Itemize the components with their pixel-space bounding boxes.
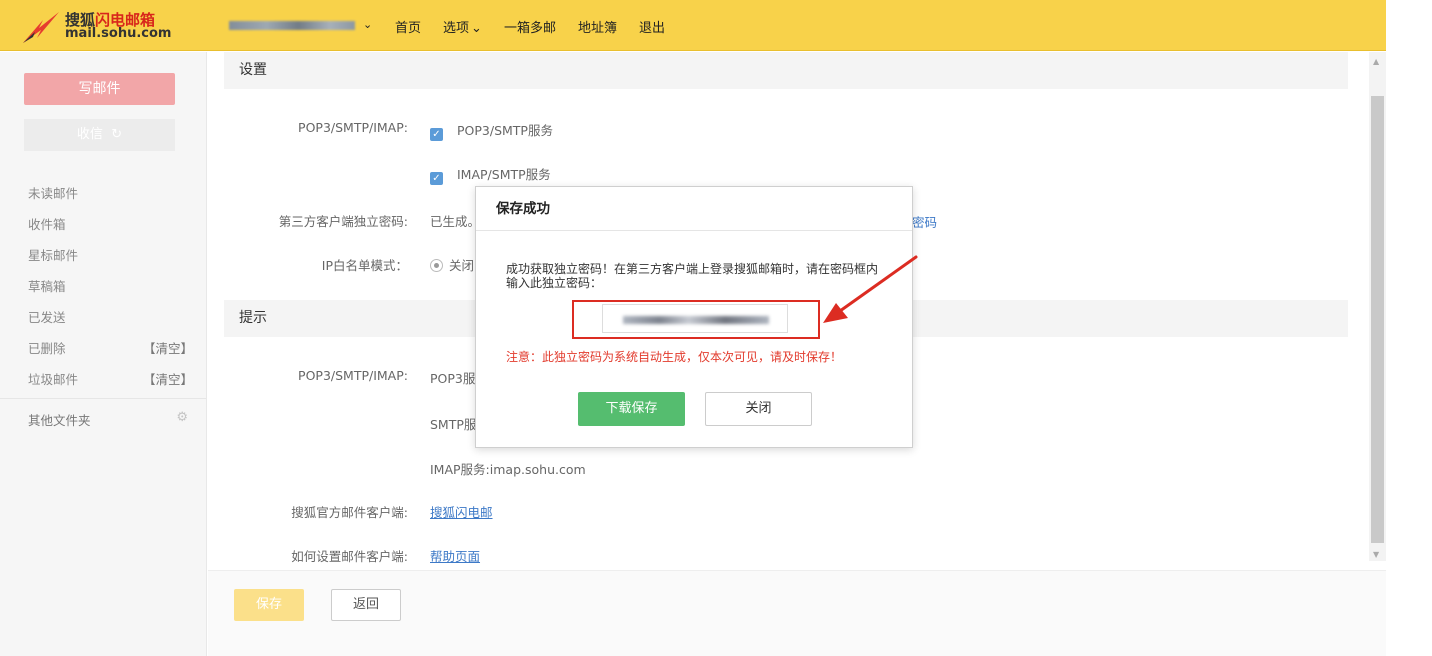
nav-home[interactable]: 首页: [395, 17, 421, 36]
folder-unread[interactable]: 未读邮件: [28, 178, 193, 209]
password-link-fragment[interactable]: 密码: [912, 212, 937, 231]
folder-deleted[interactable]: 已删除 【清空】: [28, 333, 193, 364]
client-password-status: 已生成。: [430, 214, 481, 229]
scrollbar[interactable]: ▲ ▼: [1369, 52, 1386, 561]
smtp-server: SMTP服: [430, 417, 477, 432]
sidebar: 写邮件 收信 ↻ 未读邮件 收件箱 星标邮件 草稿箱 已发送 已删除 【清空】 垃…: [0, 52, 207, 656]
clear-deleted-link[interactable]: 【清空】: [143, 333, 193, 364]
folder-spam[interactable]: 垃圾邮件 【清空】: [28, 364, 193, 395]
brand-url: mail.sohu.com: [65, 26, 172, 41]
top-bar: 搜狐闪电邮箱 mail.sohu.com ⌄ 首页 选项 ⌄ 一箱多邮 地址簿 退…: [0, 0, 1386, 51]
nav-options[interactable]: 选项 ⌄: [443, 17, 482, 36]
scrollbar-thumb[interactable]: [1371, 96, 1384, 543]
receive-button[interactable]: 收信 ↻: [24, 119, 175, 151]
save-success-dialog: 保存成功 成功获取独立密码！在第三方客户端上登录搜狐邮箱时，请在密码框内输入此独…: [475, 186, 913, 448]
lightning-logo-icon: [23, 12, 59, 43]
dialog-title: 保存成功: [476, 187, 912, 231]
back-button[interactable]: 返回: [331, 589, 401, 621]
imap-server: IMAP服务:imap.sohu.com: [430, 462, 586, 477]
compose-button[interactable]: 写邮件: [24, 73, 175, 105]
nav-address-book[interactable]: 地址簿: [578, 17, 617, 36]
checkbox-checked-icon[interactable]: ✓: [430, 172, 443, 185]
pop3-server: POP3服: [430, 371, 476, 386]
password-highlight-box: [572, 300, 820, 339]
pop3-option[interactable]: ✓ POP3/SMTP服务: [430, 120, 553, 141]
gear-icon[interactable]: ⚙: [176, 410, 188, 429]
footer-bar: 保存 返回: [208, 570, 1386, 656]
official-client-label: 搜狐官方邮件客户端:: [291, 505, 408, 520]
howto-label: 如何设置邮件客户端:: [291, 549, 408, 564]
folder-inbox[interactable]: 收件箱: [28, 209, 193, 240]
ip-whitelist-option[interactable]: 关闭: [430, 255, 474, 274]
sidebar-divider: [0, 398, 206, 399]
chevron-down-icon: ⌄: [363, 18, 373, 31]
clear-spam-link[interactable]: 【清空】: [143, 364, 193, 395]
pop3-label: POP3/SMTP/IMAP:: [298, 120, 408, 135]
folder-drafts[interactable]: 草稿箱: [28, 271, 193, 302]
server-label: POP3/SMTP/IMAP:: [298, 368, 408, 383]
blurred-account-name: [229, 21, 355, 30]
top-nav: 首页 选项 ⌄ 一箱多邮 地址簿 退出: [395, 17, 687, 36]
save-button[interactable]: 保存: [234, 589, 304, 621]
ip-whitelist-label: IP白名单模式：: [321, 258, 408, 273]
client-password-label: 第三方客户端独立密码:: [278, 214, 408, 229]
settings-section-title: 设置: [224, 52, 1348, 89]
scroll-down-icon[interactable]: ▼: [1373, 550, 1379, 559]
other-folders[interactable]: 其他文件夹 ⚙: [28, 410, 188, 429]
imap-option[interactable]: ✓ IMAP/SMTP服务: [430, 164, 551, 185]
folder-starred[interactable]: 星标邮件: [28, 240, 193, 271]
nav-logout[interactable]: 退出: [639, 17, 665, 36]
sohu-mail-logo[interactable]: 搜狐闪电邮箱 mail.sohu.com: [21, 8, 171, 44]
checkbox-checked-icon[interactable]: ✓: [430, 128, 443, 141]
close-dialog-button[interactable]: 关闭: [705, 392, 812, 426]
dialog-message: 成功获取独立密码！在第三方客户端上登录搜狐邮箱时，请在密码框内输入此独立密码：: [506, 262, 879, 290]
refresh-icon: ↻: [111, 127, 123, 142]
chevron-down-icon: ⌄: [471, 21, 482, 36]
folder-list: 未读邮件 收件箱 星标邮件 草稿箱 已发送 已删除 【清空】 垃圾邮件 【清空】: [28, 178, 193, 395]
folder-sent[interactable]: 已发送: [28, 302, 193, 333]
help-page-link[interactable]: 帮助页面: [430, 546, 480, 565]
dialog-warning: 注意：此独立密码为系统自动生成，仅本次可见，请及时保存！: [506, 350, 843, 364]
nav-multi-mailbox[interactable]: 一箱多邮: [504, 17, 556, 36]
official-client-link[interactable]: 搜狐闪电邮: [430, 502, 493, 521]
account-switcher[interactable]: ⌄: [229, 17, 372, 35]
scroll-up-icon[interactable]: ▲: [1373, 57, 1379, 66]
download-save-button[interactable]: 下载保存: [578, 392, 685, 426]
radio-icon[interactable]: [430, 259, 443, 272]
